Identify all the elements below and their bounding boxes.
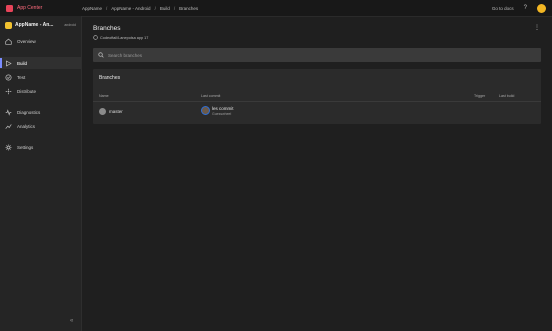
commit-author: Guesswheel: [212, 112, 232, 116]
sidebar-item-label: Analytics: [17, 123, 36, 129]
more-options-icon[interactable]: ⋮: [534, 24, 540, 31]
repository-link[interactable]: Codeoftail/Lanepolsa app 17: [93, 35, 148, 40]
breadcrumb-item-0[interactable]: AppName: [82, 6, 102, 11]
sidebar-item-label: Build: [17, 60, 28, 66]
table-header: Name Last commit Trigger Last build: [93, 92, 541, 102]
repository-name: Codeoftail/Lanepolsa app 17: [100, 35, 149, 40]
help-icon[interactable]: ?: [524, 5, 527, 11]
commit-message: les commit: [212, 106, 234, 111]
table-row[interactable]: master les commit Guesswheel: [93, 102, 541, 122]
breadcrumb-separator: /: [154, 5, 156, 11]
app-name: AppName - An...: [15, 22, 54, 28]
main-content: Branches Codeoftail/Lanepolsa app 17 ⋮ S…: [82, 16, 552, 331]
sidebar-item-test[interactable]: Test: [0, 71, 81, 83]
app-center-logo-icon: [6, 4, 13, 12]
breadcrumb-item-1[interactable]: AppName - Android: [111, 6, 150, 11]
brand[interactable]: App Center: [0, 4, 82, 12]
user-avatar[interactable]: [537, 3, 546, 13]
sidebar-item-label: Test: [17, 74, 26, 80]
sidebar-item-overview[interactable]: Overview: [0, 35, 81, 47]
breadcrumb-item-3[interactable]: Branches: [179, 6, 198, 11]
column-header-last-commit: Last commit: [201, 94, 221, 98]
sidebar-item-build[interactable]: Build: [0, 57, 81, 69]
column-header-last-build: Last build: [499, 94, 515, 98]
breadcrumb-item-2[interactable]: Build: [160, 6, 170, 11]
sidebar-item-diagnostics[interactable]: Diagnostics: [0, 106, 81, 118]
branch-status-icon: [99, 108, 106, 115]
sidebar: AppName - An... android Overview Build T…: [0, 16, 82, 331]
play-icon: [5, 59, 12, 67]
brand-name: App Center: [17, 5, 43, 11]
search-input[interactable]: Search branches: [93, 48, 541, 62]
sidebar-item-analytics[interactable]: Analytics: [0, 120, 81, 132]
breadcrumb-separator: /: [106, 5, 108, 11]
column-header-trigger: Trigger: [474, 94, 486, 98]
sidebar-item-label: Overview: [17, 38, 36, 44]
check-icon: [5, 73, 12, 81]
app-selector[interactable]: AppName - An... android: [0, 16, 81, 34]
search-placeholder: Search branches: [108, 52, 143, 58]
commit-author-avatar: [201, 106, 210, 115]
breadcrumb-separator: /: [173, 5, 176, 11]
analytics-icon: [5, 123, 12, 130]
sidebar-item-label: Diagnostics: [17, 109, 41, 115]
share-icon: [5, 88, 12, 95]
page-title: Branches: [93, 25, 121, 32]
branches-card: Branches Name Last commit Trigger Last b…: [93, 69, 541, 124]
card-title: Branches: [99, 75, 121, 81]
diagnostics-icon: [5, 108, 12, 116]
gear-icon: [5, 144, 12, 151]
top-bar: App Center AppName / AppName - Android /…: [0, 0, 552, 17]
sidebar-item-distribute[interactable]: Distribute: [0, 85, 81, 97]
go-to-docs-link[interactable]: Go to docs: [492, 6, 514, 11]
collapse-sidebar-icon[interactable]: «: [70, 318, 73, 324]
sidebar-item-label: Settings: [17, 144, 34, 150]
column-header-name: Name: [99, 94, 109, 98]
breadcrumb: AppName / AppName - Android / Build / Br…: [82, 6, 198, 11]
app-icon: [5, 21, 12, 29]
platform-badge: android: [64, 23, 76, 27]
sidebar-item-label: Distribute: [17, 88, 37, 94]
sidebar-item-settings[interactable]: Settings: [0, 141, 81, 153]
repo-icon: [93, 35, 98, 40]
home-icon: [5, 38, 12, 45]
search-icon: [98, 52, 104, 58]
branch-name: master: [109, 109, 123, 114]
